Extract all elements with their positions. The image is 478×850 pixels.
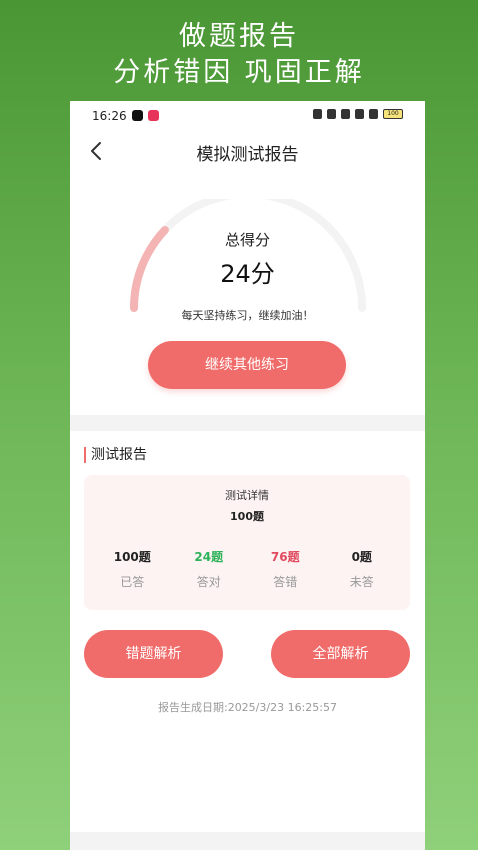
card-title: 测试详情	[225, 489, 269, 502]
page-title: 模拟测试报告	[196, 145, 299, 165]
promo-title: 做题报告	[179, 21, 299, 52]
stat-unanswered: 0题 未答	[324, 548, 401, 590]
encouragement-text: 每天坚持练习，继续加油！	[181, 309, 314, 322]
signal-icon	[369, 109, 378, 119]
stat-label: 未答	[349, 575, 374, 589]
all-analysis-button[interactable]: 全部解析	[271, 630, 410, 678]
stat-label: 已答	[120, 575, 145, 589]
promo-subtitle: 分析错因 巩固正解	[113, 57, 365, 88]
promo-banner: 做题报告 分析错因 巩固正解	[0, 20, 478, 90]
report-section-title: 测试报告	[84, 447, 147, 463]
section-divider	[70, 415, 425, 431]
stat-wrong: 76题 答错	[247, 548, 324, 590]
tiktok-icon	[132, 110, 143, 121]
stats-row: 100题 已答 24题 答对 76题 答错 0题 未答	[94, 548, 400, 590]
nav-bar: 模拟测试报告	[70, 131, 425, 171]
score-value: 24分	[220, 260, 275, 288]
bottom-divider	[70, 832, 425, 850]
report-date: 报告生成日期:2025/3/23 16:25:57	[157, 701, 337, 714]
stat-value: 0题	[351, 550, 372, 564]
status-time: 16:26	[92, 109, 127, 123]
report-card: 测试详情 100题 100题 已答 24题 答对 76题 答错 0题 未答	[84, 475, 410, 610]
music-app-icon	[148, 110, 159, 121]
stat-correct: 24题 答对	[171, 548, 248, 590]
stat-label: 答对	[196, 575, 221, 589]
stat-value: 76题	[270, 550, 300, 564]
phone-screen: 16:26 100 模拟测试报告 总得分 24分 每天坚持练习，继续加油！ 继续…	[70, 101, 425, 850]
stat-value: 100题	[113, 550, 151, 564]
battery-icon: 100	[383, 109, 403, 119]
score-label: 总得分	[224, 231, 270, 249]
stat-answered: 100题 已答	[94, 548, 171, 590]
wifi-icon	[341, 109, 350, 119]
continue-practice-button[interactable]: 继续其他练习	[148, 341, 346, 389]
status-icons: 100	[313, 109, 403, 119]
stat-label: 答错	[273, 575, 298, 589]
bluetooth-icon	[327, 109, 336, 119]
status-bar: 16:26 100	[70, 101, 425, 131]
wrong-analysis-button[interactable]: 错题解析	[84, 630, 223, 678]
hd-icon	[355, 109, 364, 119]
stat-value: 24题	[194, 550, 224, 564]
nfc-icon	[313, 109, 322, 119]
total-questions: 100题	[230, 510, 264, 523]
